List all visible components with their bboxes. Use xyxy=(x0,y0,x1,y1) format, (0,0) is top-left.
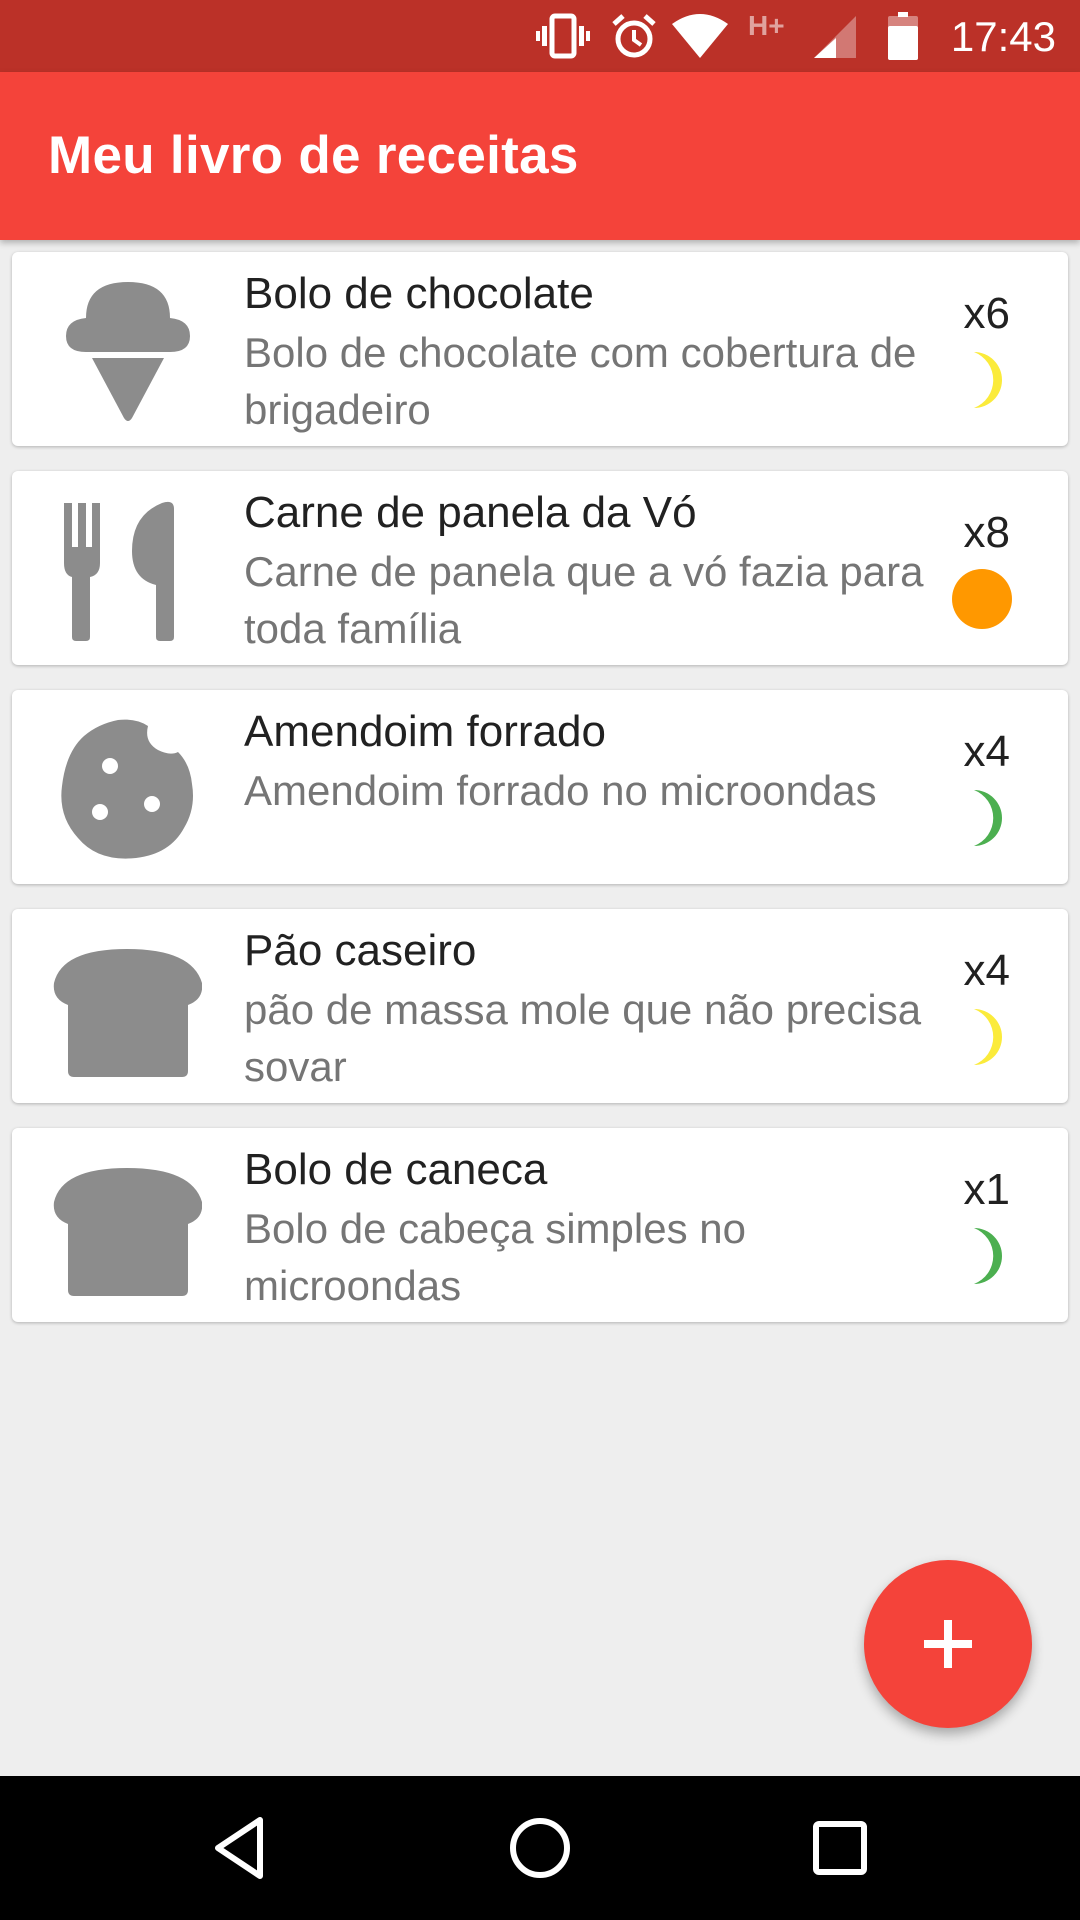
recipe-quantity: x4 xyxy=(963,727,1010,776)
recipe-description: pão de massa mole que não precisa sovar xyxy=(244,986,922,1090)
status-time: 17:43 xyxy=(950,13,1056,60)
cookie-icon xyxy=(61,719,193,859)
wifi-icon xyxy=(672,14,728,58)
add-recipe-button[interactable] xyxy=(864,1560,1032,1728)
recipe-name: Bolo de caneca xyxy=(244,1145,548,1194)
recipe-name: Amendoim forrado xyxy=(244,707,606,756)
home-button[interactable] xyxy=(504,1812,576,1884)
moon-green-icon xyxy=(974,790,1002,846)
battery-icon xyxy=(888,12,918,60)
recipe-name: Pão caseiro xyxy=(244,926,477,975)
home-icon xyxy=(510,1818,570,1878)
screen: H+ 17:43 Meu livro de receitas Bolo de c… xyxy=(0,0,1080,1920)
recipe-card[interactable]: Carne de panela da Vó Carne de panela qu… xyxy=(12,471,1068,665)
circle-orange-icon xyxy=(952,569,1012,629)
recents-button[interactable] xyxy=(804,1812,876,1884)
recipe-name: Carne de panela da Vó xyxy=(244,488,697,537)
bread-icon xyxy=(53,1168,202,1296)
recipe-quantity: x8 xyxy=(963,508,1010,557)
moon-green-icon xyxy=(974,1228,1002,1284)
recipe-quantity: x1 xyxy=(963,1165,1010,1214)
moon-yellow-icon xyxy=(974,352,1002,408)
alarm-icon xyxy=(612,14,656,58)
recents-icon xyxy=(813,1821,867,1875)
recipe-list: Bolo de chocolate Bolo de chocolate com … xyxy=(12,252,1068,1347)
recipe-name: Bolo de chocolate xyxy=(244,269,594,318)
recipe-description: Carne de panela que a vó fazia para toda… xyxy=(244,548,924,652)
recipe-card[interactable]: Bolo de caneca Bolo de cabeça simples no… xyxy=(12,1128,1068,1322)
navigation-bar xyxy=(0,1776,1080,1920)
back-button[interactable] xyxy=(204,1812,276,1884)
app-bar: Meu livro de receitas xyxy=(0,72,1080,240)
signal-icon xyxy=(814,16,856,58)
recipe-quantity: x4 xyxy=(963,946,1010,995)
recipe-description: Bolo de cabeça simples no microondas xyxy=(244,1205,746,1309)
page-title: Meu livro de receitas xyxy=(48,126,579,185)
recipe-card[interactable]: Pão caseiro pão de massa mole que não pr… xyxy=(12,909,1068,1103)
utensils-icon xyxy=(64,501,174,641)
recipe-description: Bolo de chocolate com cobertura de briga… xyxy=(244,329,917,433)
recipe-quantity: x6 xyxy=(963,289,1010,338)
recipe-card[interactable]: Amendoim forrado Amendoim forrado no mic… xyxy=(12,690,1068,884)
moon-yellow-icon xyxy=(974,1009,1002,1065)
ice-cream-icon xyxy=(66,282,190,421)
vibrate-icon xyxy=(536,13,590,59)
recipe-description: Amendoim forrado no microondas xyxy=(244,767,877,814)
network-type-label: H+ xyxy=(748,10,785,41)
recipe-card[interactable]: Bolo de chocolate Bolo de chocolate com … xyxy=(12,252,1068,446)
back-icon xyxy=(215,1817,263,1879)
status-bar: H+ 17:43 xyxy=(0,0,1080,72)
plus-icon xyxy=(924,1620,972,1668)
bread-icon xyxy=(53,949,202,1077)
